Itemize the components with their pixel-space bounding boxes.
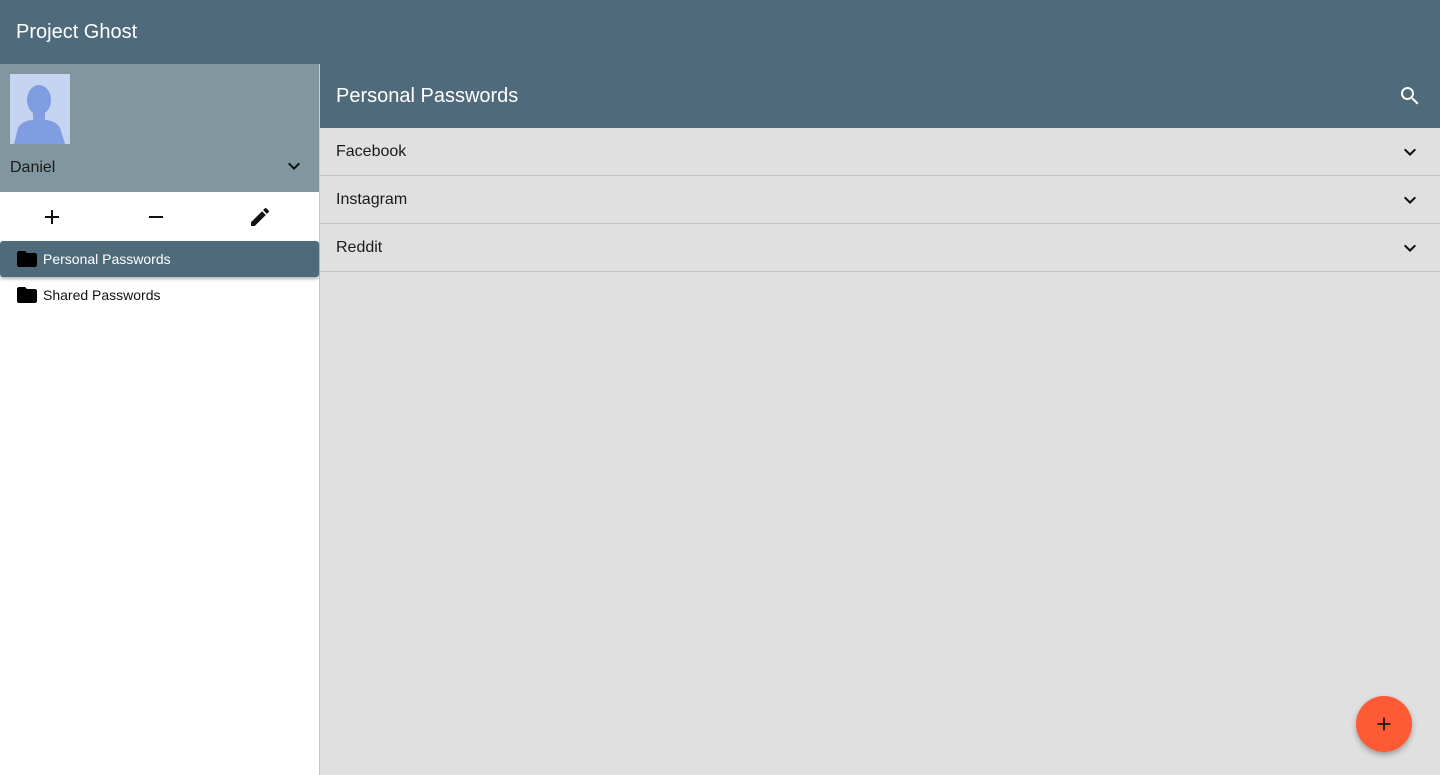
pencil-icon — [251, 207, 270, 226]
search-icon — [1401, 87, 1419, 105]
entry-label: Facebook — [336, 142, 407, 160]
folder-icon — [17, 287, 37, 303]
profile-header: Daniel — [0, 64, 319, 192]
expand-entry-button[interactable] — [1398, 140, 1422, 164]
folder-icon — [17, 251, 37, 267]
folder-label: Shared Passwords — [43, 287, 161, 303]
folder-list: Personal Passwords Shared Passwords — [0, 241, 319, 313]
person-silhouette-icon — [10, 74, 70, 144]
app-bar: Project Ghost — [0, 0, 1440, 64]
search-button[interactable] — [1398, 84, 1422, 108]
password-entry-reddit[interactable]: Reddit — [320, 224, 1440, 272]
chevron-down-icon — [1404, 148, 1416, 156]
sidebar: Daniel Personal Passwords Shared Passwor… — [0, 64, 320, 775]
plus-icon — [1377, 717, 1391, 731]
chevron-down-icon — [288, 162, 300, 170]
plus-icon — [45, 209, 59, 224]
remove-folder-button[interactable] — [104, 192, 208, 241]
chevron-down-icon — [1404, 244, 1416, 252]
expand-entry-button[interactable] — [1398, 188, 1422, 212]
page-title: Personal Passwords — [336, 84, 519, 107]
entry-label: Instagram — [336, 190, 408, 208]
folder-label: Personal Passwords — [43, 251, 171, 267]
avatar — [10, 74, 70, 144]
user-name: Daniel — [10, 159, 56, 176]
chevron-down-icon — [1404, 196, 1416, 204]
folder-actions — [0, 192, 319, 241]
folder-item-personal-passwords[interactable]: Personal Passwords — [0, 241, 319, 277]
password-entry-facebook[interactable]: Facebook — [320, 128, 1440, 176]
main-header: Personal Passwords — [320, 64, 1440, 128]
folder-item-shared-passwords[interactable]: Shared Passwords — [0, 277, 319, 313]
expand-entry-button[interactable] — [1398, 236, 1422, 260]
minus-icon — [149, 215, 163, 218]
add-folder-button[interactable] — [0, 192, 104, 241]
main-panel: Personal Passwords Facebook Instagram Re… — [320, 64, 1440, 775]
edit-folder-button[interactable] — [208, 192, 312, 241]
password-entry-instagram[interactable]: Instagram — [320, 176, 1440, 224]
app-title: Project Ghost — [16, 20, 138, 43]
add-password-button[interactable] — [1356, 696, 1412, 752]
entry-label: Reddit — [336, 238, 383, 256]
account-menu-toggle[interactable] — [282, 154, 306, 178]
